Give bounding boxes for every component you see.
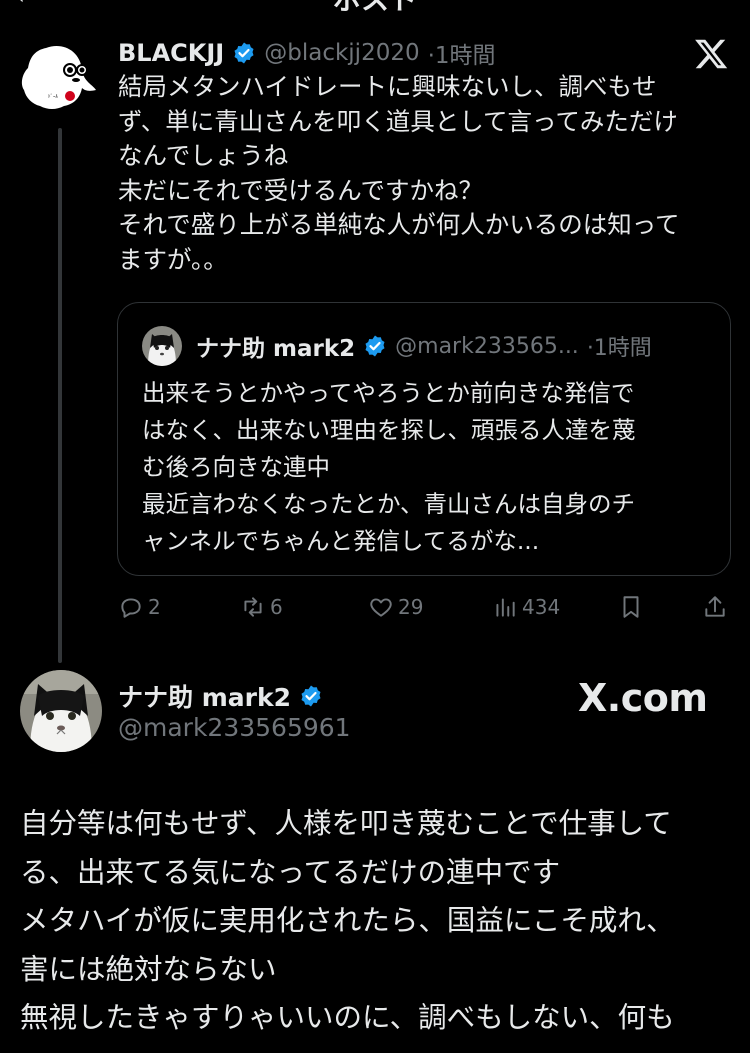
main-author-row: ナナ助 mark2: [118, 678, 323, 714]
reply-icon: [121, 598, 141, 618]
text-line: 無視したきゃすりゃいいのに、調べもしない、何も: [20, 1001, 675, 1034]
repost-count: 6: [270, 595, 283, 619]
text-line: 自分等は何もせず、人様を叩き蔑むことで仕事して: [20, 807, 672, 840]
reply-count: 2: [148, 595, 161, 619]
quoted-author-name[interactable]: ナナ助 mark2: [196, 329, 355, 363]
main-post-text: 自分等は何もせず、人様を叩き蔑むことで仕事して る、出来てる気になってるだけの連…: [20, 800, 740, 1043]
text-line: はなく、出来ない理由を探し、頑張る人達を蔑: [142, 416, 636, 444]
text-line: メタハイが仮に実用化されたら、国益にこそ成れ、: [20, 904, 675, 937]
top-bar: ‹ ポスト: [0, 0, 750, 16]
text-line: ず、単に青山さんを叩く道具として言ってみただけ: [118, 106, 678, 136]
text-line: 害には絶対ならない: [20, 952, 277, 986]
text-line: それで盛り上がる単純な人が何人かいるのは知って: [118, 210, 680, 239]
quoted-author-handle[interactable]: @mark233565...: [395, 334, 579, 359]
text-line: ますが。。: [118, 244, 228, 274]
views-bar-chart-icon: [496, 598, 515, 617]
ghost-avatar-icon: ﾄﾞｰﾙ: [21, 46, 97, 109]
like-button[interactable]: 29: [368, 594, 423, 620]
share-icon: [705, 596, 725, 617]
views-button[interactable]: 434: [492, 594, 560, 620]
text-line: 最近言わなくなったとか、青山さんは自身のチ: [142, 490, 636, 518]
author-name[interactable]: BLACKJJ: [118, 39, 224, 67]
reply-parent-text: 結局メタンハイドレートに興味ないし、調べもせ ず、単に青山さんを叩く道具として言…: [118, 70, 728, 277]
main-author-avatar[interactable]: [20, 670, 102, 752]
repost-button[interactable]: 6: [240, 594, 283, 620]
text-line: む後ろ向きな連中: [142, 453, 330, 481]
x-com-watermark: X.com: [578, 676, 708, 720]
text-line: 未だにそれで受けるんですかね？: [118, 175, 484, 205]
verified-badge-icon: [234, 42, 254, 64]
svg-text:ﾄﾞｰﾙ: ﾄﾞｰﾙ: [48, 93, 59, 100]
text-line: る、出来てる気になってるだけの連中です: [20, 855, 561, 889]
quoted-post-text: 出来そうとかやってやろうとか前向きな発信で はなく、出来ない理由を探し、頑張る人…: [142, 375, 712, 560]
reply-button[interactable]: 2: [118, 594, 161, 620]
text-line: 出来そうとかやってやろうとか前向きな発信で: [142, 379, 635, 407]
like-count: 29: [398, 595, 424, 619]
quoted-author-avatar[interactable]: [142, 326, 182, 366]
main-author-handle[interactable]: @mark233565961: [118, 713, 351, 742]
reply-parent-header: BLACKJJ @blackjj2020 ·1時間: [118, 36, 496, 70]
avatar-blackjj[interactable]: ﾄﾞｰﾙ: [18, 40, 98, 112]
text-line: なんでしょうね: [118, 141, 289, 170]
cat-avatar-icon: [20, 670, 102, 752]
main-author-name[interactable]: ナナ助 mark2: [118, 678, 291, 714]
thread-line: [58, 128, 62, 663]
quoted-post-time: ·1時間: [586, 336, 652, 361]
x-logo-icon: [695, 39, 728, 69]
post-time: ·1時間: [427, 43, 496, 69]
text-line: 結局メタンハイドレートに興味ないし、調べもせ: [118, 72, 657, 101]
quoted-post-header: ナナ助 mark2 @mark233565... ·1時間: [142, 325, 652, 367]
action-bar: 2 6 29 434: [118, 594, 730, 628]
view-count: 434: [522, 595, 561, 619]
verified-badge-icon: [301, 685, 321, 707]
cat-avatar-icon: [142, 326, 182, 366]
repost-icon: [244, 597, 262, 617]
back-arrow-icon[interactable]: ‹: [14, 0, 25, 11]
verified-badge-icon: [365, 335, 385, 357]
heart-icon: [370, 598, 392, 617]
bookmark-icon: [623, 596, 639, 618]
bookmark-button[interactable]: [618, 594, 648, 620]
page-title: ポスト: [300, 0, 450, 18]
quoted-post-card[interactable]: ナナ助 mark2 @mark233565... ·1時間 出来そうとかやってや…: [117, 302, 731, 576]
share-button[interactable]: [702, 594, 732, 620]
text-line: ャンネルでちゃんと発信してるがな...: [142, 527, 540, 555]
author-handle[interactable]: @blackjj2020: [264, 40, 419, 66]
